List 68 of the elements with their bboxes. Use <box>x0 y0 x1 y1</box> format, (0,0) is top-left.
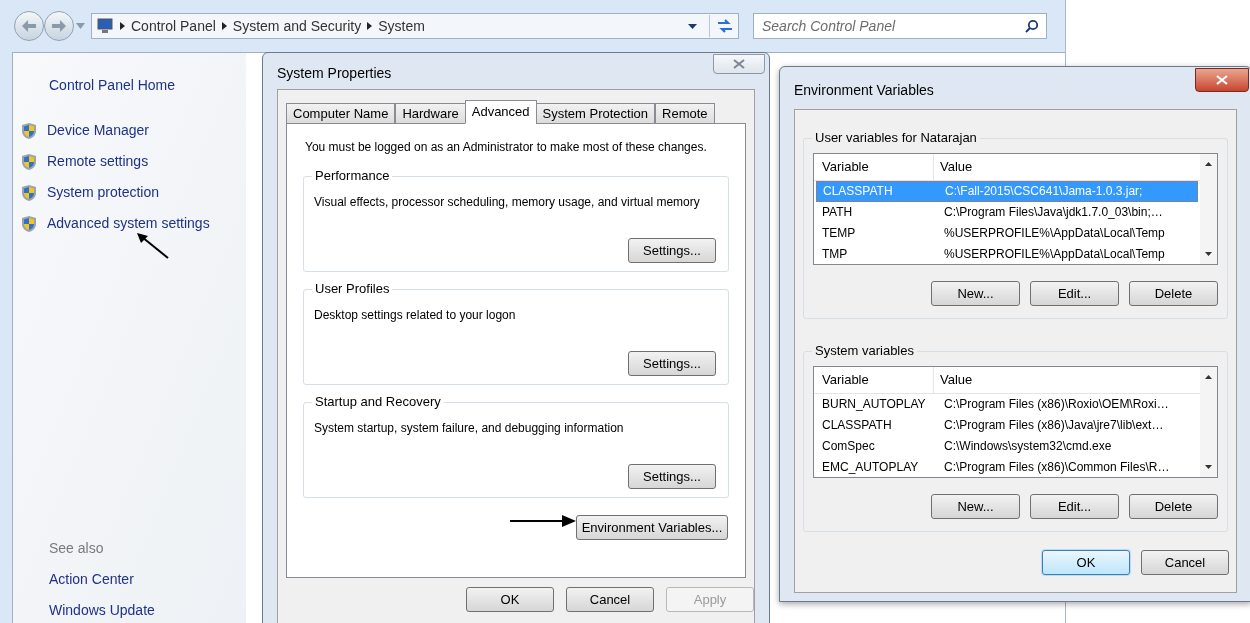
column-header[interactable]: Variable <box>814 154 934 180</box>
variable-row[interactable]: EMC_AUTOPLAY C:\Program Files (x86)\Common Files\R… <box>816 456 1198 477</box>
dialog-button[interactable]: Settings... <box>628 238 716 263</box>
sidebar-link[interactable]: System protection <box>47 182 160 203</box>
see-also-heading: See also <box>49 539 105 558</box>
dialog-button[interactable]: Settings... <box>628 351 716 376</box>
breadcrumb-item[interactable]: System <box>378 15 425 37</box>
variable-name: BURN_AUTOPLAY <box>821 396 927 414</box>
dialog-button[interactable]: Settings... <box>628 464 716 489</box>
dialog-button[interactable]: Edit... <box>1030 494 1119 519</box>
column-header[interactable]: Variable <box>814 367 934 393</box>
variable-name: TMP <box>821 245 849 263</box>
admin-notice: You must be logged on as an Administrator to make most of these changes. <box>305 139 707 156</box>
group-description: System startup, system failure, and debugging information <box>314 420 624 437</box>
variable-value: C:\Windows\system32\cmd.exe <box>943 437 1113 455</box>
sidebar-link[interactable]: Windows Update <box>49 600 246 621</box>
dialog-button[interactable]: OK <box>466 587 554 612</box>
dialog-button[interactable]: New... <box>931 281 1020 306</box>
tab[interactable]: Hardware <box>395 103 466 124</box>
tab[interactable]: Remote <box>655 103 715 124</box>
variable-row[interactable]: CLASSPATH C:\Program Files (x86)\Java\jre7\lib\ext… <box>816 414 1198 436</box>
address-bar[interactable]: Control Panel System and Security System <box>91 13 739 39</box>
variable-name: CLASSPATH <box>821 417 893 434</box>
dialog-button[interactable]: Delete <box>1129 494 1218 519</box>
sidebar-link[interactable]: Remote settings <box>47 151 149 172</box>
group-description: Desktop settings related to your logon <box>314 307 516 324</box>
window-title: System Properties <box>277 63 392 83</box>
dialog-button[interactable]: Environment Variables... <box>576 515 728 540</box>
dialog-button[interactable]: Cancel <box>1141 550 1229 575</box>
sidebar-link[interactable]: Action Center <box>49 569 246 590</box>
group-title: User variables for Natarajan <box>812 130 980 146</box>
tab[interactable]: Advanced <box>464 100 537 124</box>
window-title: Environment Variables <box>794 80 934 100</box>
group-title: System variables <box>812 343 917 359</box>
variable-row[interactable]: BURN_AUTOPLAY C:\Program Files (x86)\Roxio\OEM\Roxi… <box>816 393 1198 415</box>
group-title: Startup and Recovery <box>312 394 444 410</box>
variable-name: PATH <box>821 204 854 221</box>
search-field[interactable]: Search Control Panel <box>753 13 1047 39</box>
sidebar-home-link[interactable]: Control Panel Home <box>49 75 246 96</box>
group-description: Visual effects, processor scheduling, memory usage, and virtual memory <box>314 194 700 211</box>
sidebar-link[interactable]: Device Manager <box>47 120 149 141</box>
breadcrumb-item[interactable]: Control Panel <box>131 15 216 37</box>
tab[interactable]: System Protection <box>535 103 656 124</box>
variable-value: %USERPROFILE%\AppData\Local\Temp <box>943 245 1166 263</box>
variable-value: C:\Program Files\Java\jdk1.7.0_03\bin;… <box>943 204 1164 221</box>
default-button[interactable]: OK <box>1042 550 1130 575</box>
dialog-button[interactable]: New... <box>931 494 1020 519</box>
variable-value: C:\Program Files (x86)\Java\jre7\lib\ext… <box>943 417 1165 434</box>
variable-row[interactable]: ComSpec C:\Windows\system32\cmd.exe <box>816 435 1198 457</box>
dialog-button[interactable]: Cancel <box>566 587 654 612</box>
variable-name: ComSpec <box>821 437 876 455</box>
variable-name: EMC_AUTOPLAY <box>821 458 920 476</box>
variable-value: C:\Program Files (x86)\Common Files\R… <box>943 458 1171 476</box>
variable-name: CLASSPATH <box>822 183 894 201</box>
column-header[interactable]: Value <box>934 367 1200 393</box>
tab[interactable]: Computer Name <box>286 103 396 124</box>
variable-row[interactable]: TMP %USERPROFILE%\AppData\Local\Temp <box>816 243 1198 265</box>
sidebar-link[interactable]: Advanced system settings <box>47 213 210 234</box>
variable-row[interactable]: TEMP %USERPROFILE%\AppData\Local\Temp <box>816 222 1198 244</box>
variable-value: C:\Fall-2015\CSC641\Jama-1.0.3.jar; <box>944 183 1144 201</box>
variable-value: C:\Program Files (x86)\Roxio\OEM\Roxi… <box>943 396 1170 414</box>
dialog-button[interactable]: Delete <box>1129 281 1218 306</box>
variable-value: %USERPROFILE%\AppData\Local\Temp <box>943 224 1166 242</box>
breadcrumb-item[interactable]: System and Security <box>232 15 362 37</box>
column-header[interactable]: Value <box>934 154 1200 180</box>
variable-name: TEMP <box>821 224 857 242</box>
dialog-button[interactable]: Edit... <box>1030 281 1119 306</box>
variable-row[interactable]: PATH C:\Program Files\Java\jdk1.7.0_03\bin;… <box>816 201 1198 223</box>
